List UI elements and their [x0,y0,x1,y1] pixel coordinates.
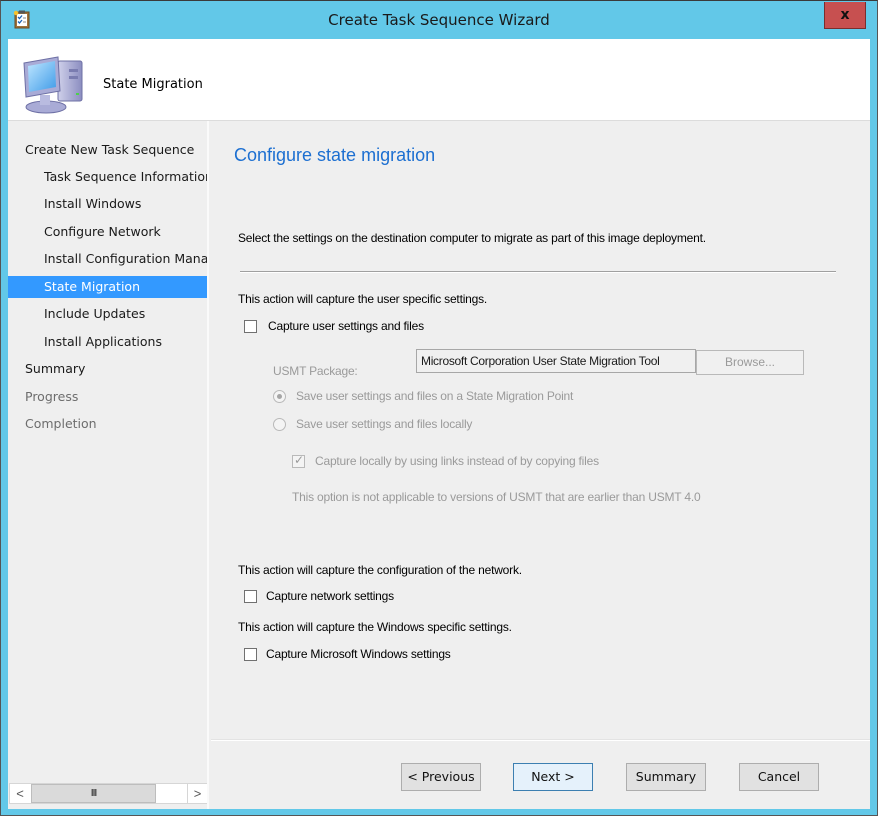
wizard-client: State Migration Create New Task Sequence… [8,39,870,809]
page-description: Select the settings on the destination c… [238,231,706,245]
computer-icon [23,56,83,114]
browse-button[interactable]: Browse... [696,350,804,375]
capture-user-settings-checkbox[interactable] [244,320,257,333]
nav-item-completion: Completion [25,416,97,431]
nav-item-install-windows[interactable]: Install Windows [8,193,207,215]
header-title: State Migration [103,77,203,92]
title-bar: Create Task Sequence Wizard x [1,1,877,39]
checkmark-icon: ✓ [294,453,305,467]
close-icon: x [840,7,850,23]
footer-separator [211,739,870,741]
usmt-package-label: USMT Package: [273,364,358,378]
usmt-package-field[interactable]: Microsoft Corporation User State Migrati… [416,349,696,373]
save-to-state-migration-point-label[interactable]: Save user settings and files on a State … [296,389,573,403]
nav-item-include-updates[interactable]: Include Updates [8,303,207,325]
nav-item-task-sequence-information[interactable]: Task Sequence Information [8,166,207,188]
save-locally-radio[interactable] [273,418,286,431]
user-settings-intro: This action will capture the user specif… [238,292,488,306]
wizard-window: Create Task Sequence Wizard x State Migr… [0,0,878,816]
capture-windows-settings-label[interactable]: Capture Microsoft Windows settings [266,647,451,661]
close-button[interactable]: x [824,2,866,29]
scroll-right-arrow-icon[interactable]: > [187,784,207,803]
nav-item-install-applications[interactable]: Install Applications [8,331,207,353]
capture-network-settings-checkbox[interactable] [244,590,257,603]
previous-button[interactable]: < Previous [401,763,481,791]
nav-item-create-new-task-sequence[interactable]: Create New Task Sequence [8,139,207,161]
windows-settings-intro: This action will capture the Windows spe… [238,620,512,634]
capture-using-links-checkbox[interactable]: ✓ [292,453,305,468]
cancel-button[interactable]: Cancel [739,763,819,791]
radio-selected-dot [277,394,282,399]
next-button[interactable]: Next > [513,763,593,791]
nav-item-progress: Progress [25,389,79,404]
wizard-step-navigation: Create New Task Sequence Task Sequence I… [8,121,209,809]
nav-item-install-configuration-manager[interactable]: Install Configuration Manager [8,248,207,270]
capture-network-settings-label[interactable]: Capture network settings [266,589,394,603]
network-settings-intro: This action will capture the configurati… [238,563,522,577]
capture-user-settings-label[interactable]: Capture user settings and files [268,319,424,333]
scrollbar-thumb[interactable]: III [31,784,156,803]
wizard-header: State Migration [8,39,870,121]
page-title: Configure state migration [234,145,436,165]
capture-using-links-label[interactable]: Capture locally by using links instead o… [315,454,599,468]
scroll-left-arrow-icon[interactable]: < [10,784,30,803]
window-title: Create Task Sequence Wizard [328,11,550,29]
usmt-version-note: This option is not applicable to version… [292,490,701,504]
nav-item-state-migration[interactable]: State Migration [8,276,207,298]
section-divider [240,271,836,273]
main-panel: Configure state migration Select the set… [211,121,870,809]
nav-item-configure-network[interactable]: Configure Network [8,221,207,243]
summary-button[interactable]: Summary [626,763,706,791]
save-locally-label[interactable]: Save user settings and files locally [296,417,472,431]
nav-item-summary[interactable]: Summary [8,358,207,380]
horizontal-scrollbar[interactable]: < III > [9,783,207,804]
save-to-state-migration-point-radio[interactable] [273,390,286,403]
capture-windows-settings-checkbox[interactable] [244,648,257,661]
